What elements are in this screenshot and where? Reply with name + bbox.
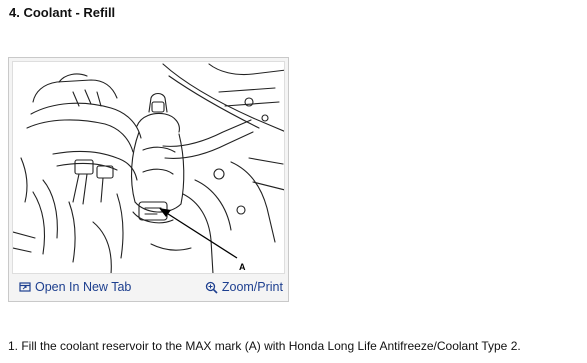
figure-actions: Open In New Tab Zoom/Print: [9, 273, 288, 301]
instruction-step-1: 1. Fill the coolant reservoir to the MAX…: [8, 339, 521, 353]
zoom-print-link[interactable]: Zoom/Print: [205, 280, 283, 294]
callout-leader: [159, 208, 238, 259]
open-in-new-tab-link[interactable]: Open In New Tab: [19, 280, 131, 294]
open-in-new-tab-label: Open In New Tab: [35, 280, 132, 294]
zoom-print-label: Zoom/Print: [221, 280, 283, 294]
figure-image: A: [12, 61, 285, 274]
open-new-tab-icon: [19, 281, 31, 293]
zoom-icon: [205, 281, 218, 294]
section-title: 4. Coolant - Refill: [9, 5, 116, 20]
callout-label-a: A: [239, 262, 246, 272]
engine-bay-illustration: A: [13, 63, 284, 273]
figure-card: A Open In New Tab Zoom/Print: [8, 57, 289, 302]
